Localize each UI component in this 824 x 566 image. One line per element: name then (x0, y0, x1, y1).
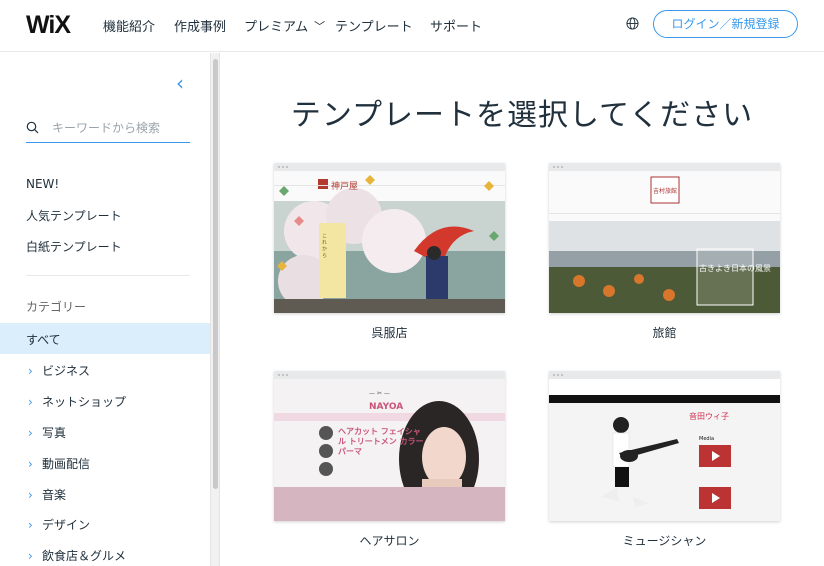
nav-features[interactable]: 機能紹介 (103, 16, 155, 35)
wix-logo[interactable]: WiX (26, 11, 71, 40)
thumbnail-copy: ヘアカット フェイシャル トリートメン カラー パーマ (338, 427, 424, 456)
top-navigation-bar: WiX 機能紹介 作成事例 プレミアム ﹀ テンプレート サポート ログイン／新規… (0, 0, 824, 52)
page-title: テンプレートを選択してください (290, 98, 754, 133)
search-icon (26, 121, 39, 134)
thumbnail-copy: 古きよき日本の風景 (699, 263, 771, 273)
sidebar-item-blank[interactable]: 白紙テンプレート (26, 238, 122, 255)
nav-premium-label: プレミアム (244, 20, 309, 35)
thumbnail-brand: 神戸屋 (331, 180, 358, 192)
category-label: ネットショップ (42, 395, 127, 409)
thumbnail-brand: 吉村旅館 (653, 187, 677, 195)
sidebar-item-new[interactable]: NEW! (26, 177, 59, 191)
category-video[interactable]: › 動画配信 (28, 455, 90, 472)
template-label-ryokan[interactable]: 旅館 (549, 324, 780, 341)
category-business[interactable]: › ビジネス (28, 362, 90, 379)
thumbnail-brand: NAYOA (369, 402, 403, 412)
sidebar-item-popular[interactable]: 人気テンプレート (26, 207, 122, 224)
category-label: 動画配信 (42, 457, 91, 471)
chevron-right-icon: › (28, 488, 33, 502)
template-thumbnail-musician: 音田ウィ子 Media (549, 379, 780, 521)
collapse-sidebar-icon[interactable]: ‹ (176, 73, 184, 93)
thumbnail-copy: こ れ か ら (321, 233, 327, 259)
category-online-shop[interactable]: › ネットショップ (28, 393, 126, 410)
template-thumbnail-ryokan: 吉村旅館 古きよき日本の風景 (549, 171, 780, 313)
category-label: ビジネス (42, 364, 91, 378)
category-music[interactable]: › 音楽 (28, 486, 66, 503)
template-thumbnail-hair-salon: — ✂ — NAYOA ヘアカット フェイシャル トリートメン カラー パーマ (274, 379, 505, 521)
browser-chrome (549, 163, 780, 171)
chevron-right-icon: › (28, 457, 33, 471)
search-input[interactable] (52, 117, 188, 139)
scrollbar-thumb[interactable] (213, 59, 218, 489)
sidebar-divider (26, 275, 190, 276)
category-label: デザイン (42, 518, 91, 532)
nav-showcase[interactable]: 作成事例 (174, 16, 226, 35)
category-label: 音楽 (42, 488, 67, 502)
nav-templates[interactable]: テンプレート (335, 16, 413, 35)
chevron-right-icon: › (28, 426, 33, 440)
chevron-right-icon: › (28, 364, 33, 378)
template-card-kimono[interactable]: 神戸屋 こ れ か ら (274, 163, 505, 313)
chevron-right-icon: › (28, 549, 33, 563)
thumbnail-copy: Media (699, 436, 714, 442)
sidebar-item-all-label: すべて (26, 333, 61, 347)
category-design[interactable]: › デザイン (28, 516, 90, 533)
chevron-right-icon: › (28, 395, 33, 409)
login-signup-button[interactable]: ログイン／新規登録 (653, 10, 798, 38)
nav-support[interactable]: サポート (430, 16, 482, 35)
template-label-hair-salon[interactable]: ヘアサロン (274, 532, 505, 549)
template-thumbnail-kimono: 神戸屋 こ れ か ら (274, 171, 505, 313)
search-field (26, 113, 190, 143)
category-label: 飲食店＆グルメ (42, 549, 127, 563)
category-food[interactable]: › 飲食店＆グルメ (28, 547, 126, 564)
svg-text:— ✂ —: — ✂ — (369, 390, 390, 397)
template-card-ryokan[interactable]: 吉村旅館 古きよき日本の風景 (549, 163, 780, 313)
template-card-musician[interactable]: 音田ウィ子 Media (549, 371, 780, 521)
sidebar-item-all[interactable]: すべて (0, 323, 210, 354)
category-photo[interactable]: › 写真 (28, 424, 66, 441)
thumbnail-brand: 音田ウィ子 (689, 411, 729, 421)
template-label-kimono[interactable]: 呉服店 (274, 324, 505, 341)
category-label: 写真 (42, 426, 67, 440)
template-label-musician[interactable]: ミュージシャン (549, 532, 780, 549)
sidebar: ‹ NEW! 人気テンプレート 白紙テンプレート カテゴリー すべて › ビジネス… (0, 53, 210, 566)
chevron-down-icon: ﹀ (314, 20, 326, 33)
globe-icon[interactable] (626, 17, 639, 30)
template-card-hair-salon[interactable]: — ✂ — NAYOA ヘアカット フェイシャル トリートメン カラー パーマ (274, 371, 505, 521)
sidebar-scrollbar[interactable] (210, 53, 220, 566)
browser-chrome (274, 371, 505, 379)
browser-chrome (274, 163, 505, 171)
chevron-right-icon: › (28, 518, 33, 532)
category-heading: カテゴリー (26, 300, 87, 314)
browser-chrome (549, 371, 780, 379)
nav-premium[interactable]: プレミアム ﹀ (244, 16, 325, 35)
